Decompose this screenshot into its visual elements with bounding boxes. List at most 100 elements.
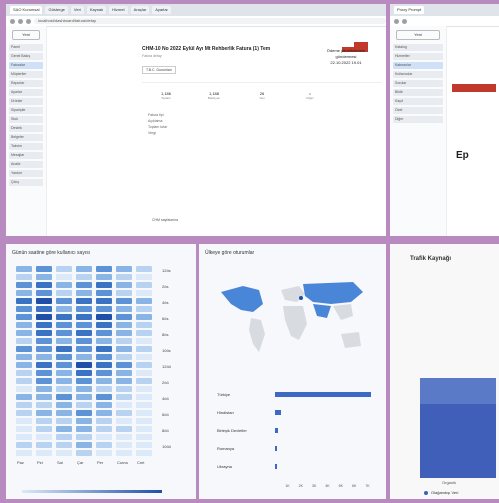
sidebar-item[interactable]: Özet — [393, 107, 443, 114]
sidebar-item[interactable]: Kullanıcılar — [393, 71, 443, 78]
address-bar: localhost/dashboard/fatura/detay — [6, 16, 386, 27]
heatmap-row-label: 6ös — [162, 316, 169, 321]
heatmap-row-label: 2ös — [162, 284, 169, 289]
sidebar-item[interactable]: Çıkış — [9, 179, 43, 186]
heatmap-cell — [76, 378, 92, 384]
tab-proxy[interactable]: Proxy Prompt — [394, 6, 425, 14]
new-button[interactable]: Yeni — [12, 30, 40, 40]
heatmap-cell — [116, 314, 132, 320]
heatmap-cell — [36, 370, 52, 376]
country-label: Hindistan — [217, 410, 234, 415]
sidebar-item[interactable]: Mesajlar — [9, 152, 43, 159]
sidebar-item[interactable]: Faturalar — [9, 62, 43, 69]
back-icon[interactable] — [394, 18, 399, 24]
heatmap-cell — [56, 266, 72, 272]
sidebar-item[interactable]: Ayarlar — [9, 89, 43, 96]
heatmap-cell — [136, 402, 152, 408]
heatmap-cell — [96, 338, 112, 344]
country-label: Birleşik Devletler — [217, 428, 247, 433]
heatmap-cell — [76, 418, 92, 424]
browser-tab[interactable]: Kaynak — [86, 6, 107, 14]
heatmap-cell — [36, 418, 52, 424]
axis-tick-label: 2K — [298, 484, 303, 488]
heatmap-cell — [36, 322, 52, 328]
sidebar-item[interactable]: Analiz — [9, 161, 43, 168]
heatmap-cell — [76, 298, 92, 304]
heatmap-cell — [116, 386, 132, 392]
back-icon[interactable] — [10, 18, 15, 24]
sidebar-item[interactable]: Siparişler — [9, 107, 43, 114]
sidebar: Yeni Katalog Hizmetler Katmanlar Kullanıcıl… — [390, 26, 447, 236]
new-button[interactable]: Yeni — [396, 30, 440, 40]
sidebar-item[interactable]: Katalog — [393, 44, 443, 51]
heatmap-cell — [136, 418, 152, 424]
browser-tab[interactable]: Gösterge — [45, 6, 68, 14]
kpi-card: 1,188 Bekleyen — [196, 91, 232, 100]
browser-tab[interactable]: Veri — [70, 6, 84, 14]
sidebar-item[interactable]: Stok — [9, 116, 43, 123]
axis-tick-label: 1K — [285, 484, 290, 488]
browser-tab[interactable]: Hizmet — [109, 6, 128, 14]
sidebar-item[interactable]: Panel — [9, 44, 43, 51]
heatmap-cell — [36, 290, 52, 296]
browser-tab[interactable]: SAO Kurumsal — [10, 6, 43, 14]
sidebar-item[interactable]: Destek — [9, 125, 43, 132]
forward-icon[interactable] — [18, 18, 23, 24]
heatmap-cell — [36, 282, 52, 288]
sidebar-item[interactable]: Kayıt — [393, 98, 443, 105]
heatmap-cell — [16, 314, 32, 320]
heatmap-cell — [56, 410, 72, 416]
heatmap-cell — [96, 330, 112, 336]
heatmap-cell — [116, 378, 132, 384]
axis-tick-label: 3K — [312, 484, 317, 488]
heatmap-cell — [76, 306, 92, 312]
browser-tab[interactable]: Ayarlar — [152, 6, 171, 14]
heatmap-cell — [96, 442, 112, 448]
heatmap-cell — [36, 450, 52, 456]
sidebar-item[interactable]: Takvim — [9, 143, 43, 150]
heatmap-cell — [96, 290, 112, 296]
heatmap-cell — [76, 266, 92, 272]
reload-icon[interactable] — [402, 18, 407, 24]
sidebar-item[interactable]: Diğer — [393, 116, 443, 123]
heatmap-cell — [116, 418, 132, 424]
heatmap-col-label: Cuma — [117, 460, 128, 465]
heatmap-cell — [116, 282, 132, 288]
footer-link[interactable]: CHM sayfalarına — [152, 218, 178, 222]
reload-icon[interactable] — [26, 18, 31, 24]
card-title: Trafik Kaynağı — [410, 256, 452, 262]
heatmap-cell — [56, 314, 72, 320]
sidebar-item[interactable]: Yardım — [9, 170, 43, 177]
sidebar-item[interactable]: Ürünler — [9, 98, 43, 105]
heatmap-cell — [76, 354, 92, 360]
heatmap-cell — [116, 402, 132, 408]
sidebar-item[interactable]: Raporlar — [9, 80, 43, 87]
heatmap-cell — [16, 394, 32, 400]
traffic-source-card: Trafik Kaynağı Organik Olağandışı Veri — [390, 244, 499, 499]
sidebar-item[interactable]: Bildir — [393, 89, 443, 96]
heatmap-cell — [116, 394, 132, 400]
heatmap-cell — [116, 338, 132, 344]
sidebar-item[interactable]: Belgeler — [9, 134, 43, 141]
sidebar-item[interactable]: Müşteriler — [9, 71, 43, 78]
sidebar-item[interactable]: Hizmetler — [393, 53, 443, 60]
heatmap-cell — [96, 314, 112, 320]
sidebar-item[interactable]: Katmanlar — [393, 62, 443, 69]
heatmap-cell — [76, 274, 92, 280]
browser-tab[interactable]: Araçlar — [130, 6, 150, 14]
heatmap-cell — [76, 330, 92, 336]
heatmap-cell — [116, 306, 132, 312]
heatmap-cell — [136, 346, 152, 352]
country-label: Romanya — [217, 446, 235, 451]
sidebar-item[interactable]: Sorular — [393, 80, 443, 87]
sidebar-item[interactable]: Genel Bakış — [9, 53, 43, 60]
heatmap-cell — [96, 282, 112, 288]
kpi-card: 26 Yeni — [244, 91, 280, 100]
heatmap-cell — [96, 402, 112, 408]
url-input[interactable]: localhost/dashboard/fatura/detay — [34, 18, 386, 24]
x-axis-label: Organik — [442, 480, 457, 485]
detail-row: Vergi — [148, 131, 156, 135]
detail-list: Fatura tipi Açıklama Toplam tutar Vergi — [148, 112, 382, 136]
status-badge[interactable]: T.B.C. Durumları — [142, 66, 176, 74]
heatmap-cell — [136, 394, 152, 400]
